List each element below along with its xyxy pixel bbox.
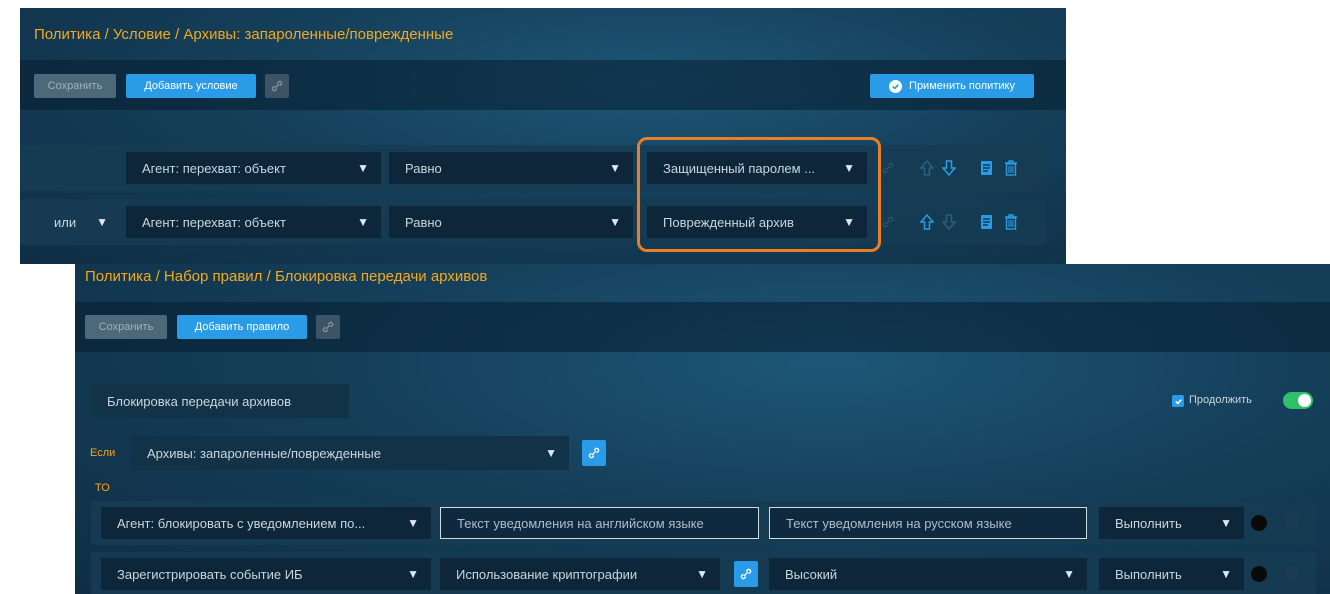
field-select[interactable]: Агент: перехват: объект ▼ xyxy=(126,152,381,184)
severity-select[interactable]: Высокий ▼ xyxy=(769,558,1087,590)
operator-select[interactable]: Равно ▼ xyxy=(389,206,633,238)
action-value: Агент: блокировать с уведомлением по... xyxy=(117,515,366,531)
english-text-placeholder: Текст уведомления на английском языке xyxy=(457,515,704,531)
dropdown-arrow-icon: ▼ xyxy=(1220,516,1232,530)
link-icon[interactable] xyxy=(880,213,896,231)
link-icon[interactable] xyxy=(880,159,896,177)
dropdown-arrow-icon: ▼ xyxy=(1063,567,1075,581)
link-icon[interactable] xyxy=(316,315,340,339)
arrow-down-icon[interactable] xyxy=(941,158,957,178)
event-type-value: Использование криптографии xyxy=(456,566,638,582)
action-row: Агент: блокировать с уведомлением по... … xyxy=(91,501,1316,545)
condition-select[interactable]: Архивы: запароленные/поврежденные ▼ xyxy=(131,436,569,470)
operator-value: Равно xyxy=(405,160,442,176)
russian-text-placeholder: Текст уведомления на русском языке xyxy=(786,515,1012,531)
operator-value: Равно xyxy=(405,214,442,230)
dropdown-arrow-icon: ▼ xyxy=(843,161,855,175)
action-value: Зарегистрировать событие ИБ xyxy=(117,566,303,582)
field-value: Агент: перехват: объект xyxy=(142,214,286,230)
condition-row: или ▼ Агент: перехват: объект ▼ Равно ▼ … xyxy=(20,199,1046,245)
ruleset-panel: Политика / Набор правил / Блокировка пер… xyxy=(75,264,1330,594)
save-button[interactable]: Сохранить xyxy=(85,315,167,339)
russian-text-input[interactable]: Текст уведомления на русском языке xyxy=(769,507,1087,539)
continue-label: Продолжить xyxy=(1189,394,1252,406)
add-condition-button[interactable]: Добавить условие xyxy=(126,74,256,98)
breadcrumb: Политика / Набор правил / Блокировка пер… xyxy=(85,268,488,285)
save-button[interactable]: Сохранить xyxy=(34,74,116,98)
dropdown-arrow-icon: ▼ xyxy=(96,215,108,229)
breadcrumb: Политика / Условие / Архивы: запароленны… xyxy=(34,26,454,43)
toggle-knob xyxy=(1298,394,1311,407)
copy-icon[interactable] xyxy=(978,158,994,178)
severity-value: Высокий xyxy=(785,566,838,582)
dropdown-arrow-icon: ▼ xyxy=(407,516,419,530)
status-dot-icon[interactable] xyxy=(1284,566,1300,582)
mode-value: Выполнить xyxy=(1115,566,1182,582)
rule-toggle[interactable] xyxy=(1283,392,1313,409)
then-label: то xyxy=(95,482,110,494)
value-select[interactable]: Защищенный паролем ... ▼ xyxy=(647,152,867,184)
status-dot-icon[interactable] xyxy=(1251,566,1267,582)
toolbar: Сохранить Добавить правило xyxy=(75,302,1330,352)
english-text-input[interactable]: Текст уведомления на английском языке xyxy=(440,507,759,539)
rule-name-field[interactable]: Блокировка передачи архивов xyxy=(91,384,349,418)
add-rule-button[interactable]: Добавить правило xyxy=(177,315,307,339)
link-icon[interactable] xyxy=(265,74,289,98)
apply-policy-label: Применить политику xyxy=(909,80,1015,92)
arrow-up-icon[interactable] xyxy=(919,212,935,232)
dropdown-arrow-icon: ▼ xyxy=(357,215,369,229)
condition-value: Архивы: запароленные/поврежденные xyxy=(147,445,381,461)
status-dot-icon[interactable] xyxy=(1251,515,1267,531)
arrow-down-icon[interactable] xyxy=(941,212,957,232)
field-value: Агент: перехват: объект xyxy=(142,160,286,176)
logic-value: или xyxy=(54,214,77,230)
action-select[interactable]: Агент: блокировать с уведомлением по... … xyxy=(101,507,431,539)
trash-icon[interactable] xyxy=(1003,158,1019,178)
rule-name-value: Блокировка передачи архивов xyxy=(107,393,292,409)
mode-value: Выполнить xyxy=(1115,515,1182,531)
check-circle-icon xyxy=(889,79,903,93)
value-select[interactable]: Поврежденный архив ▼ xyxy=(647,206,867,238)
continue-checkbox[interactable] xyxy=(1172,395,1184,407)
condition-panel: Политика / Условие / Архивы: запароленны… xyxy=(20,8,1066,264)
link-icon[interactable] xyxy=(734,561,758,587)
action-row: Зарегистрировать событие ИБ ▼ Использова… xyxy=(91,552,1316,594)
dropdown-arrow-icon: ▼ xyxy=(843,215,855,229)
condition-row: Агент: перехват: объект ▼ Равно ▼ Защище… xyxy=(20,145,1046,191)
status-dot-icon[interactable] xyxy=(1284,515,1300,531)
if-label: Если xyxy=(90,447,116,459)
value-text: Поврежденный архив xyxy=(663,214,794,230)
toolbar: Сохранить Добавить условие Применить пол… xyxy=(20,60,1066,110)
operator-select[interactable]: Равно ▼ xyxy=(389,152,633,184)
copy-icon[interactable] xyxy=(978,212,994,232)
logic-select[interactable]: или ▼ xyxy=(34,206,120,238)
dropdown-arrow-icon: ▼ xyxy=(545,446,557,460)
field-select[interactable]: Агент: перехват: объект ▼ xyxy=(126,206,381,238)
link-icon[interactable] xyxy=(582,440,606,466)
value-text: Защищенный паролем ... xyxy=(663,160,816,176)
action-select[interactable]: Зарегистрировать событие ИБ ▼ xyxy=(101,558,431,590)
arrow-up-icon[interactable] xyxy=(919,158,935,178)
dropdown-arrow-icon: ▼ xyxy=(357,161,369,175)
apply-policy-button[interactable]: Применить политику xyxy=(870,74,1034,98)
mode-select[interactable]: Выполнить ▼ xyxy=(1099,507,1244,539)
dropdown-arrow-icon: ▼ xyxy=(407,567,419,581)
dropdown-arrow-icon: ▼ xyxy=(1220,567,1232,581)
mode-select[interactable]: Выполнить ▼ xyxy=(1099,558,1244,590)
trash-icon[interactable] xyxy=(1003,212,1019,232)
dropdown-arrow-icon: ▼ xyxy=(609,161,621,175)
event-type-select[interactable]: Использование криптографии ▼ xyxy=(440,558,720,590)
dropdown-arrow-icon: ▼ xyxy=(609,215,621,229)
dropdown-arrow-icon: ▼ xyxy=(696,567,708,581)
